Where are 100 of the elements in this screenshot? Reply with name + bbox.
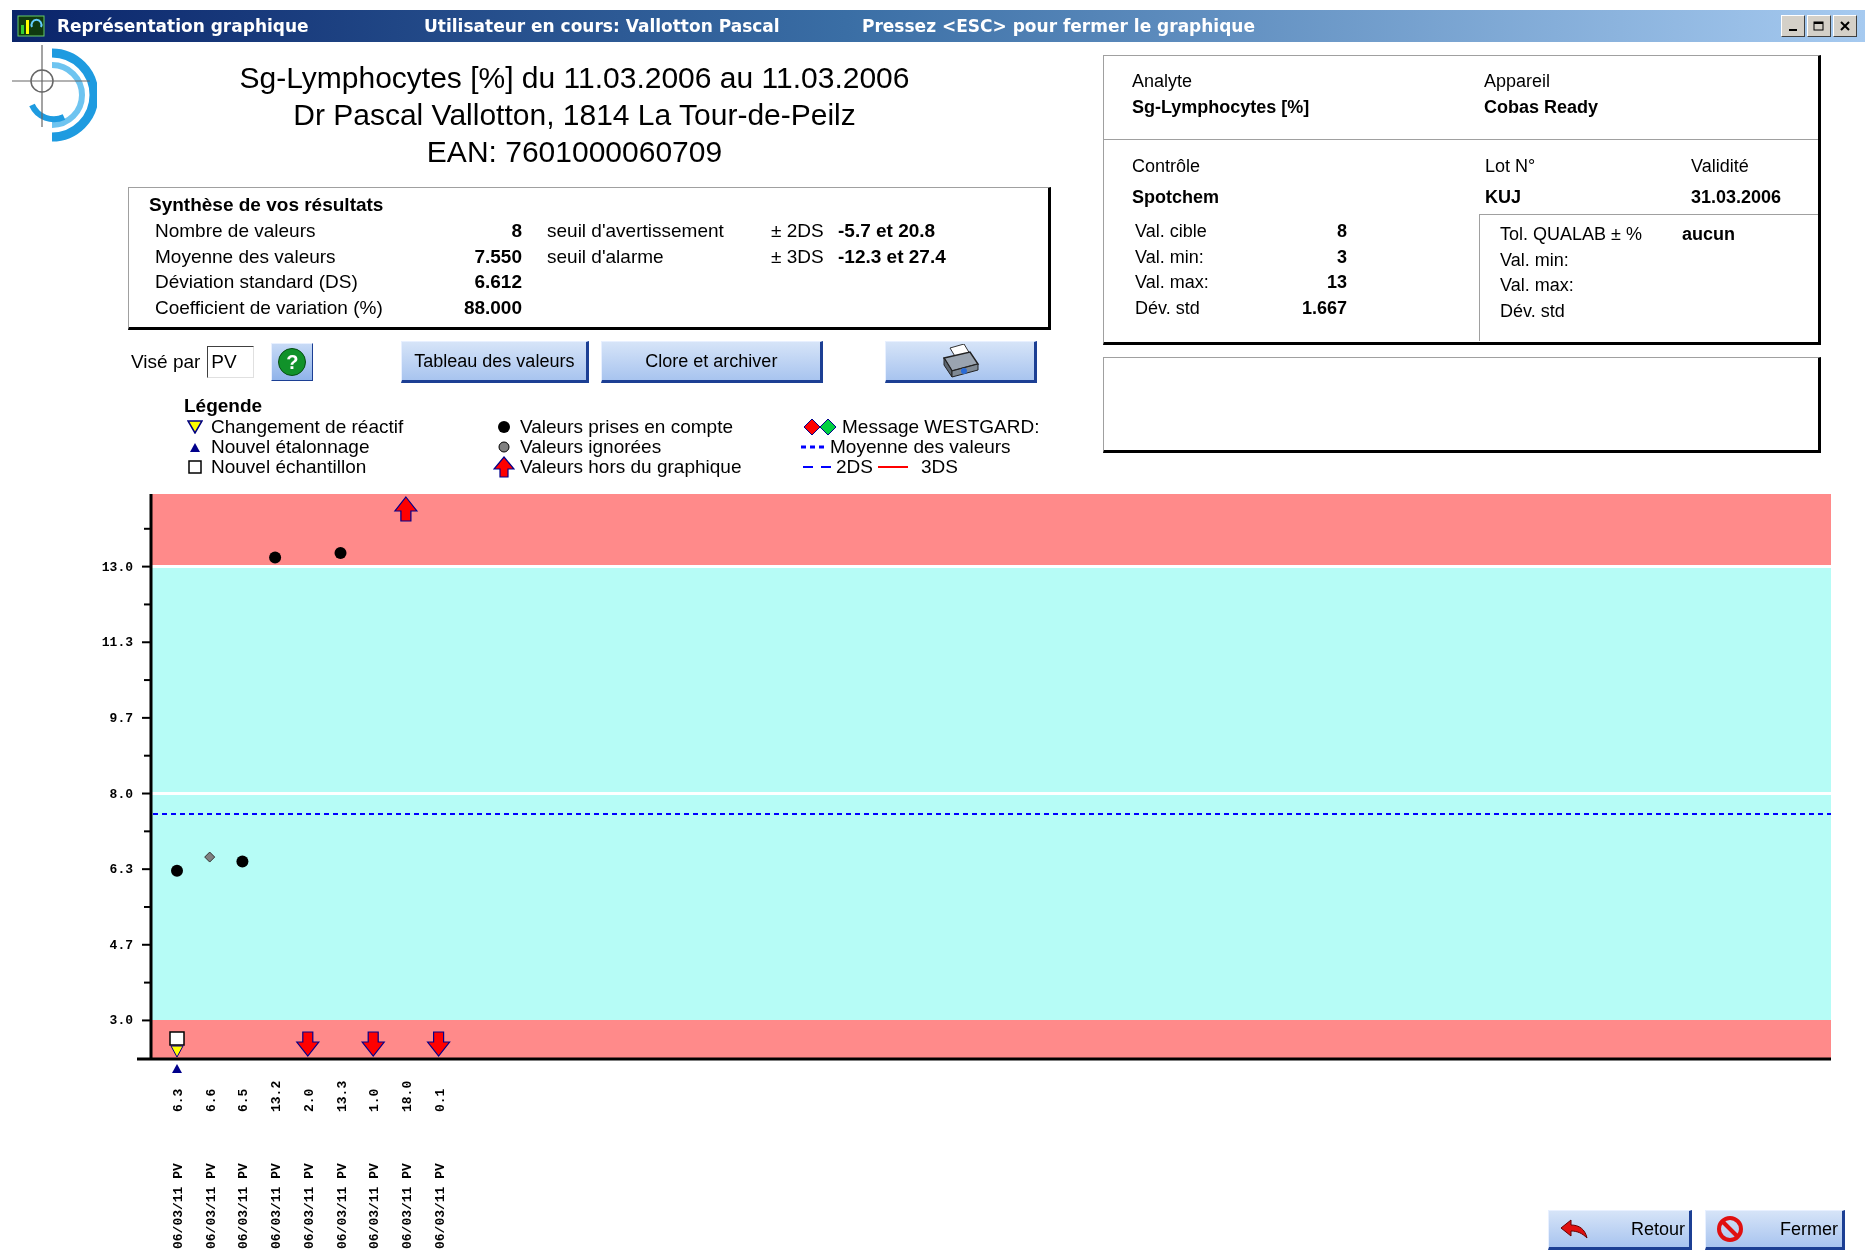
dot-icon xyxy=(496,420,512,434)
arrow-icon xyxy=(493,456,515,478)
axis-tick-label: 13.0 xyxy=(101,559,133,575)
out-of-range-arrow xyxy=(393,496,419,522)
value-label: 18.0 xyxy=(399,1080,415,1112)
stat-label: Val. max: xyxy=(1500,274,1575,298)
threshold-label: seuil d'alarme xyxy=(547,244,665,269)
stat-value: 6.612 xyxy=(473,270,522,294)
value-label: 13.3 xyxy=(334,1080,350,1112)
axis-tick-label: 11.3 xyxy=(101,635,133,651)
field-label: Analyte xyxy=(1132,70,1194,93)
stat-value: 3 xyxy=(1337,245,1347,269)
legend-label: Moyenne des valeurs xyxy=(830,436,1011,458)
threshold-range: ± 3DS xyxy=(771,244,825,269)
data-point xyxy=(236,855,249,868)
report-heading: Dr Pascal Vallotton, 1814 La Tour-de-Peilz xyxy=(292,97,857,133)
maximize-button[interactable] xyxy=(1807,15,1831,37)
axis-tick-label: 8.0 xyxy=(109,786,133,802)
legend-label: Message WESTGARD: xyxy=(842,416,1040,438)
legend-title: Légende xyxy=(184,395,264,417)
solid-line-icon xyxy=(877,465,908,469)
date-label: 06/03/11 PV xyxy=(334,1163,350,1249)
stat-label: Val. max: xyxy=(1135,271,1209,295)
print-button[interactable] xyxy=(885,341,1038,383)
minimize-icon xyxy=(1789,28,1797,31)
footer-button[interactable]: Retour xyxy=(1548,1210,1692,1250)
square-icon xyxy=(187,460,203,474)
value-label: 13.2 xyxy=(269,1080,285,1112)
minimize-button[interactable] xyxy=(1781,15,1805,37)
report-heading: EAN: 7601000060709 xyxy=(425,134,724,170)
app-icon xyxy=(17,15,45,37)
data-point xyxy=(204,851,216,863)
axis-tick-label: 6.3 xyxy=(109,862,133,878)
stat-value: 88.000 xyxy=(462,295,522,320)
field-label: Validité xyxy=(1691,155,1750,178)
value-label: 6.5 xyxy=(236,1088,252,1112)
footer-button[interactable]: Fermer xyxy=(1705,1210,1845,1250)
axis-tick-label: 3.0 xyxy=(109,1013,133,1029)
toolbar-button[interactable]: Tableau des valeurs xyxy=(401,341,590,383)
no-entry-icon xyxy=(1716,1215,1744,1243)
legend-label: Changement de réactif xyxy=(211,416,404,438)
legend-label: 3DS xyxy=(920,456,958,478)
field-value: Spotchem xyxy=(1132,186,1220,209)
field-label: Lot N° xyxy=(1485,155,1537,178)
value-label: 6.3 xyxy=(171,1088,186,1112)
legend-label: 2DS xyxy=(836,456,873,478)
printer-icon xyxy=(940,344,981,378)
diamonds-icon xyxy=(803,418,837,436)
calibration-marker xyxy=(172,1064,182,1073)
data-point xyxy=(334,547,347,559)
stat-label: Déviation standard (DS) xyxy=(155,270,359,294)
current-user: Utilisateur en cours: Vallotton Pascal xyxy=(424,16,781,36)
summary-title: Synthèse de vos résultats xyxy=(149,193,385,217)
stat-label: Nombre de valeurs xyxy=(155,219,317,243)
dashed-line-icon xyxy=(803,465,831,469)
field-value: Cobas Ready xyxy=(1484,96,1600,119)
data-point xyxy=(171,864,183,877)
stat-value: 7.550 xyxy=(473,244,522,269)
field-value: KUJ xyxy=(1485,186,1522,209)
back-arrow-icon xyxy=(1559,1218,1589,1240)
reagent-marker xyxy=(170,1045,184,1058)
value-label: 6.6 xyxy=(203,1088,219,1112)
stat-label: Val. cible xyxy=(1135,220,1207,243)
stat-value: aucun xyxy=(1682,223,1736,246)
legend-label: Nouvel échantillon xyxy=(211,456,367,478)
value-label: 1.0 xyxy=(367,1088,383,1112)
initials-field[interactable]: PV xyxy=(207,346,255,378)
legend-label: Nouvel étalonnage xyxy=(211,436,370,458)
stat-label: Moyenne des valeurs xyxy=(155,244,337,269)
stat-value: 8 xyxy=(1337,220,1347,243)
window-title: Représentation graphique xyxy=(57,16,310,36)
axis-tick-label: 9.7 xyxy=(109,710,133,726)
threshold-value: -12.3 et 27.4 xyxy=(838,244,947,269)
sample-marker xyxy=(169,1031,185,1046)
toolbar-button[interactable]: Clore et archiver xyxy=(601,341,824,383)
escape-hint: Pressez <ESC> pour fermer le graphique xyxy=(862,16,1255,36)
field-label: Appareil xyxy=(1484,70,1552,93)
field-value: 31.03.2006 xyxy=(1691,186,1783,209)
stat-value: 1.667 xyxy=(1301,297,1347,321)
close-icon xyxy=(1840,21,1850,31)
legend-label: Valeurs prises en compte xyxy=(520,416,733,438)
date-label: 06/03/11 PV xyxy=(367,1163,383,1249)
report-heading: Sg-Lymphocytes [%] du 11.03.2006 au 11.03.2006 xyxy=(238,60,911,96)
close-button[interactable] xyxy=(1833,15,1857,37)
stat-label: Val. min: xyxy=(1135,245,1204,269)
value-label: 0.1 xyxy=(432,1088,448,1112)
date-label: 06/03/11 PV xyxy=(301,1163,317,1249)
date-label: 06/03/11 PV xyxy=(432,1163,448,1249)
help-button[interactable]: ? xyxy=(271,343,314,381)
threshold-value: -5.7 et 20.8 xyxy=(838,219,937,243)
legend-label: Valeurs hors du graphique xyxy=(520,456,742,478)
stat-label: Tol. QUALAB ± % xyxy=(1500,223,1643,246)
field-label: Contrôle xyxy=(1132,155,1202,178)
vise-label: Visé par xyxy=(131,351,201,373)
date-label: 06/03/11 PV xyxy=(171,1163,186,1249)
date-label: 06/03/11 PV xyxy=(269,1163,285,1249)
date-label: 06/03/11 PV xyxy=(236,1163,252,1249)
out-of-range-arrow xyxy=(426,1031,451,1057)
dot-icon xyxy=(496,440,512,454)
stat-label: Val. min: xyxy=(1500,248,1570,272)
